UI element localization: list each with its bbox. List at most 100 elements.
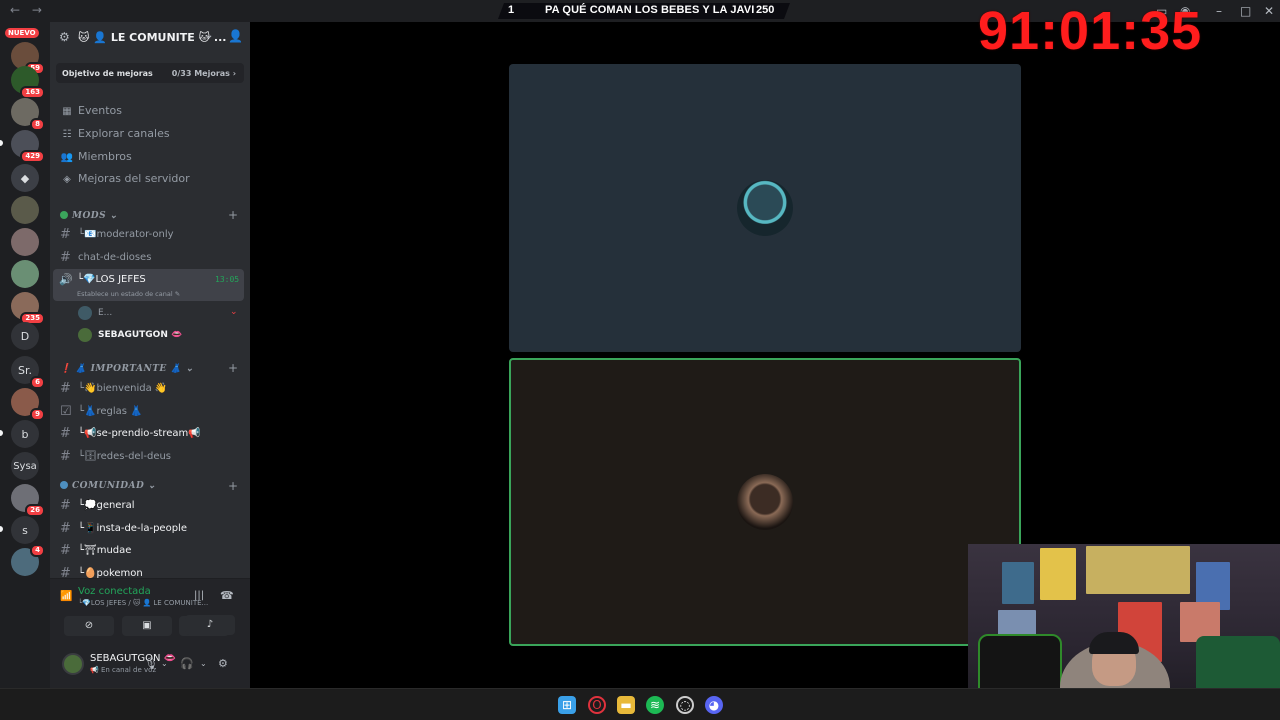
participant-tile-2-speaking[interactable] [509, 358, 1021, 646]
channel-sidebar: ⚙ 🐱 👤 LE COMUNITE 🐱 ... ⌄ 👤 Objetivo de … [50, 22, 250, 688]
server-icon-4[interactable]: 429 [11, 130, 45, 163]
channel-chat-de-dioses[interactable]: # chat-de-dioses [54, 248, 244, 268]
server-icon-s[interactable]: s [11, 516, 39, 544]
category-mods[interactable]: MODS ⌄ [60, 211, 118, 221]
menu-browse-channels[interactable]: ☷ Explorar canales [60, 127, 170, 140]
avatar[interactable] [62, 653, 84, 675]
server-icon-9[interactable]: 235 [11, 292, 45, 325]
add-channel-icon[interactable]: + [228, 479, 238, 493]
back-arrow-icon[interactable]: ← [10, 3, 20, 17]
folder-icon[interactable]: ▬ [617, 696, 635, 714]
user-settings-icon[interactable]: ⚙ [218, 657, 228, 670]
camera-off-icon: ⊘ [84, 620, 94, 631]
app-icon[interactable]: ◌ [676, 696, 694, 714]
server-icon-b[interactable]: b [11, 420, 39, 448]
channel-label: └📧moderator-only [78, 229, 174, 240]
voice-status[interactable]: Voz conectada [78, 586, 151, 597]
invite-people-icon[interactable]: 👤 [228, 29, 243, 43]
soundboard-button[interactable]: ♪ [185, 615, 235, 635]
taskbar: ⊞ O ▬ ≋ ◌ ◕ [0, 688, 1280, 720]
screen-share-icon: ▣ [142, 620, 152, 631]
add-channel-icon[interactable]: + [228, 208, 238, 222]
voice-channel-los-jefes[interactable]: 🔊 └💎LOS JEFES 13:05 Establece un estado … [53, 269, 244, 301]
unread-pill [0, 526, 3, 532]
voice-location[interactable]: └💎LOS JEFES / 🐱 👤 LE COMUNITE... [78, 599, 208, 607]
disconnect-icon[interactable]: ☎ [220, 589, 234, 602]
server-header[interactable]: ⚙ 🐱 👤 LE COMUNITE 🐱 ... ⌄ 👤 [50, 22, 250, 54]
microphone-icon[interactable]: 🎙 [144, 657, 158, 670]
noise-suppression-icon[interactable]: ||| [194, 590, 204, 601]
server-icon-3[interactable]: 8 [11, 98, 45, 131]
server-icon-8[interactable] [11, 260, 39, 288]
hash-icon: # [60, 498, 71, 513]
server-icon-17[interactable]: 4 [11, 544, 45, 576]
server-icon-sr[interactable]: Sr. 6 [11, 356, 45, 389]
close-icon[interactable]: ✕ [1264, 4, 1274, 18]
channel-redes-del-deus[interactable]: # └🗄redes-del-deus [54, 447, 244, 467]
menu-label: Explorar canales [78, 127, 170, 140]
menu-label: Mejoras del servidor [78, 172, 190, 185]
menu-events[interactable]: ▦ Eventos [60, 104, 122, 117]
poster [1002, 562, 1034, 604]
menu-server-boosts[interactable]: ◈ Mejoras del servidor [60, 172, 190, 185]
poster [1040, 548, 1076, 600]
channel-reglas[interactable]: ☑ └👗reglas 👗 [54, 402, 244, 422]
server-icon-sysa[interactable]: Sysa [11, 452, 39, 480]
signal-icon[interactable]: 📶 [60, 591, 72, 602]
discord-icon[interactable]: ◕ [705, 696, 723, 714]
channel-label: └📢se-prendio-stream📢 [78, 428, 201, 439]
server-icon-5[interactable]: ◆ [11, 164, 39, 192]
mention-badge: 8 [30, 118, 45, 131]
category-comunidad[interactable]: COMUNIDAD ⌄ [60, 481, 156, 491]
server-icon-15[interactable]: 26 [11, 484, 45, 517]
boost-goal-label: Objetivo de mejoras [62, 69, 153, 78]
server-letter: Sysa [13, 460, 37, 472]
unread-pill [0, 430, 3, 436]
channel-general[interactable]: # └💭general [54, 496, 244, 516]
add-channel-icon[interactable]: + [228, 361, 238, 375]
avatar [78, 328, 92, 342]
chevron-down-icon[interactable]: ⌄ [200, 659, 207, 668]
hash-icon: # [60, 250, 71, 265]
channel-se-prendio-stream[interactable]: # └📢se-prendio-stream📢 [54, 424, 244, 444]
server-letter: D [20, 329, 30, 343]
hash-icon: # [60, 227, 71, 242]
headphones-icon[interactable]: 🎧 [180, 657, 194, 670]
server-icon-12[interactable]: 9 [11, 388, 45, 421]
channel-moderator-only[interactable]: # └📧moderator-only [54, 225, 244, 245]
hash-icon: # [60, 426, 71, 441]
menu-members[interactable]: 👥 Miembros [60, 150, 132, 163]
calendar-icon: ▦ [62, 106, 72, 117]
chevron-down-icon[interactable]: ⌄ [161, 659, 168, 668]
spotify-icon[interactable]: ≋ [646, 696, 664, 714]
channel-label: └👋bienvenida 👋 [78, 383, 168, 394]
server-icon-d[interactable]: D [11, 322, 39, 350]
boost-goal-bar[interactable]: Objetivo de mejoras 0/33 Mejoras › [56, 63, 244, 83]
channel-insta-de-la-people[interactable]: # └📱insta-de-la-people [54, 519, 244, 539]
screen-share-button[interactable]: ▣ [122, 616, 172, 636]
maximize-icon[interactable]: □ [1240, 4, 1251, 18]
hash-icon: # [60, 449, 71, 464]
menu-label: Miembros [78, 150, 132, 163]
minimize-icon[interactable]: – [1216, 4, 1222, 18]
server-settings-icon[interactable]: ⚙ [59, 30, 70, 44]
camera-button[interactable]: ⊘ [64, 616, 114, 636]
server-icon-2[interactable]: 163 [11, 66, 45, 99]
chevron-down-icon[interactable]: ⌄ [205, 30, 213, 41]
server-icon-6[interactable] [11, 196, 39, 224]
opera-icon[interactable]: O [588, 696, 606, 714]
app-window: ← → 1 PA QUÉ COMAN LOS BEBES Y LA JAVI 2… [0, 0, 1280, 720]
new-badge[interactable]: NUEVO [5, 28, 39, 38]
server-icon-7[interactable] [11, 228, 39, 256]
forward-arrow-icon[interactable]: → [32, 3, 42, 17]
start-icon[interactable]: ⊞ [558, 696, 576, 714]
channel-mudae[interactable]: # └⛩mudae [54, 541, 244, 561]
mention-badge: 9 [30, 408, 45, 421]
server-letter: b [21, 427, 29, 441]
hash-icon: # [60, 543, 71, 558]
channel-bienvenida[interactable]: # └👋bienvenida 👋 [54, 379, 244, 399]
participant-tile-1[interactable] [509, 64, 1021, 352]
voice-channel-status[interactable]: Establece un estado de canal ✎ [77, 290, 180, 298]
category-importante[interactable]: ❗ 👗 IMPORTANTE 👗 ⌄ [60, 364, 194, 374]
chevron-down-icon[interactable]: ⌄ [230, 307, 238, 317]
